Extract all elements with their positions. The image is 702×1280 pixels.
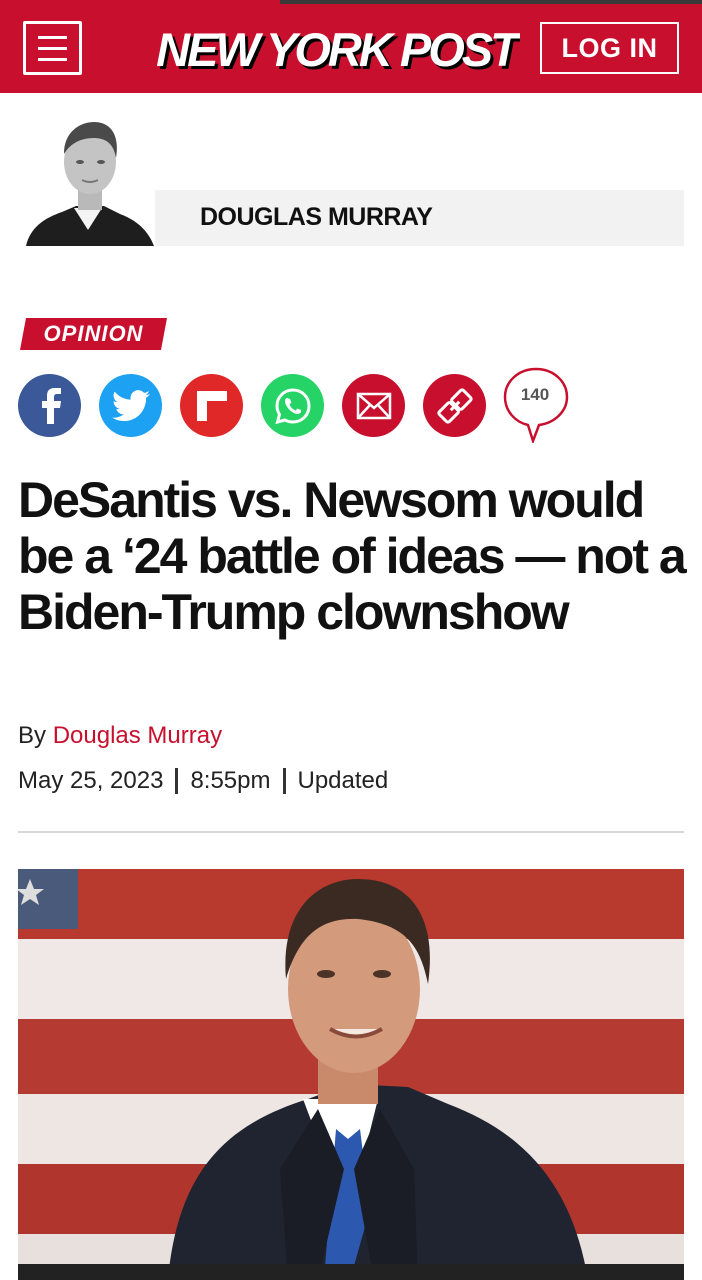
- facebook-share-button[interactable]: [18, 374, 81, 437]
- login-button[interactable]: LOG IN: [540, 22, 679, 74]
- comment-count[interactable]: 140: [503, 385, 567, 405]
- publish-date: May 25, 2023: [18, 767, 164, 794]
- flipboard-icon: [196, 390, 227, 421]
- hero-image[interactable]: [18, 869, 684, 1280]
- twitter-icon: [111, 389, 150, 421]
- byline-prefix: By: [18, 722, 47, 749]
- speech-bubble-icon: [503, 367, 569, 443]
- updated-label: Updated: [297, 767, 389, 794]
- comments-button[interactable]: [503, 367, 569, 443]
- publish-time: 8:55pm: [190, 767, 271, 794]
- reading-progress-bar: [280, 0, 702, 4]
- whatsapp-icon: [274, 387, 311, 424]
- menu-button[interactable]: [23, 21, 82, 75]
- copy-link-button[interactable]: [423, 374, 486, 437]
- whatsapp-share-button[interactable]: [261, 374, 324, 437]
- email-icon: [356, 392, 391, 419]
- byline-author-link[interactable]: Douglas Murray: [53, 722, 222, 749]
- flipboard-share-button[interactable]: [180, 374, 243, 437]
- twitter-share-button[interactable]: [99, 374, 162, 437]
- section-tag[interactable]: OPINION: [20, 318, 167, 350]
- facebook-icon: [41, 387, 61, 424]
- article-headline: DeSantis vs. Newsom would be a ‘24 battl…: [18, 472, 687, 640]
- author-name[interactable]: DOUGLAS MURRAY: [200, 203, 433, 232]
- hamburger-menu-icon: [38, 36, 67, 39]
- site-logo[interactable]: NEW YORK POST NEW YORK POST: [152, 14, 520, 82]
- link-icon: [436, 387, 473, 424]
- separator: [175, 768, 179, 794]
- divider: [18, 831, 684, 833]
- email-share-button[interactable]: [342, 374, 405, 437]
- author-photo[interactable]: [24, 118, 156, 246]
- logo-text: NEW YORK POST: [156, 23, 520, 76]
- separator: [282, 768, 286, 794]
- dateline: May 25, 2023 8:55pm Updated: [18, 767, 388, 795]
- byline: By Douglas Murray: [18, 722, 222, 750]
